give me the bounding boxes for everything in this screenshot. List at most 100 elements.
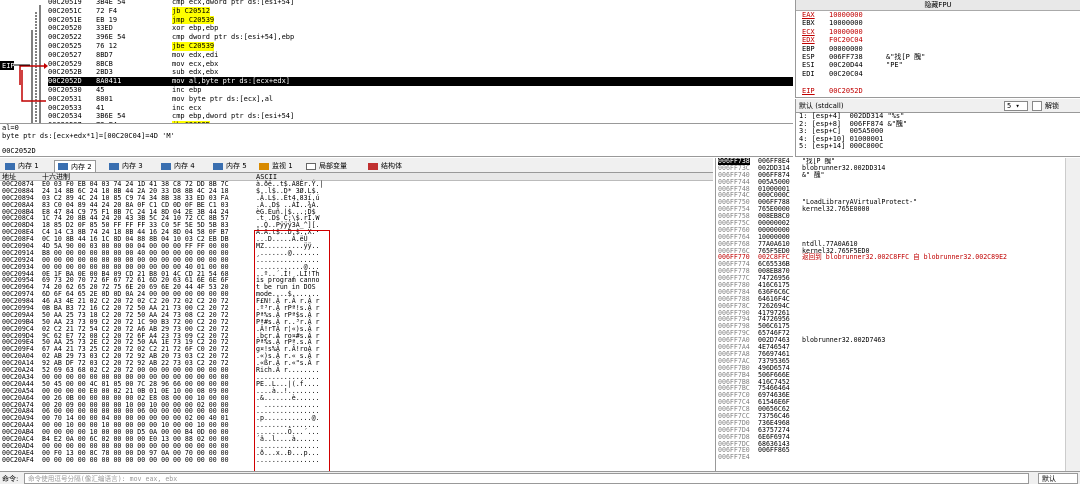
disasm-row[interactable]: 00C20537 72 F4 jb C2052D	[48, 121, 793, 123]
register-row[interactable]: ESI 00C20D44 "PE"	[796, 61, 1080, 69]
disasm-bytes: 3B6E 54	[96, 112, 126, 121]
register-row[interactable]: EDX F0C20C04	[796, 36, 1080, 44]
locals-icon	[306, 162, 316, 170]
disasm-row[interactable]: 00C2052B 2BD3 sub edx,ebx	[48, 68, 793, 77]
disasm-instruction: mov ecx,ebx	[172, 59, 219, 68]
disasm-instruction: inc ecx	[172, 103, 202, 112]
stack-scrollbar[interactable]	[1065, 158, 1080, 471]
register-list: EAX 10000000 EBX 10000000 ECX 10000000 EDX F0C2…	[796, 11, 1080, 95]
arg-count-select[interactable]: 5 ▾	[1004, 101, 1028, 111]
disasm-row[interactable]: 00C2051C 72 F4 jb C20512	[48, 6, 793, 16]
disasm-row[interactable]: 00C20530 45 inc ebp	[48, 86, 793, 95]
stack-address: 006FF7E4	[718, 453, 750, 462]
tab-8[interactable]: 结构体	[365, 160, 405, 172]
disasm-address: 00C20533	[48, 103, 82, 112]
disasm-row[interactable]: 00C20533 41 inc ecx	[48, 104, 793, 113]
disasm-instruction: cmp ebp,dword ptr ds:[esi+54]	[172, 112, 295, 121]
disasm-instruction: cmp ecx,dword ptr ds:[esi+54]	[172, 0, 295, 6]
calling-convention-bar: 默认 (stdcall) 5 ▾ 解锁	[795, 99, 1080, 113]
tab-label: 内存 5	[226, 162, 247, 170]
register-row[interactable]: EBX 10000000	[796, 19, 1080, 27]
tab-label: 监视 1	[272, 162, 293, 170]
dump-row[interactable]: 00C20AF4 00 00 00 00 00 00 00 00 00 00 00…	[0, 455, 713, 464]
stack-row[interactable]: 006FF7E0 006FF865	[716, 447, 1065, 454]
register-row[interactable]	[796, 78, 1080, 86]
unlock-checkbox[interactable]	[1032, 101, 1042, 111]
hide-fpu-button[interactable]: 隐藏FPU	[796, 0, 1080, 11]
disasm-row[interactable]: 00C2051E EB 19 jmp C20539	[48, 15, 793, 25]
stack-comment: &" 醜"	[802, 170, 825, 179]
tab-5[interactable]: 内存 5	[210, 160, 250, 172]
disasm-bytes: 45	[96, 85, 105, 94]
disasm-bytes: 33ED	[96, 24, 113, 33]
disasm-instruction: cmp dword ptr ds:[esi+54],ebp	[172, 33, 295, 42]
register-name: EDI	[802, 69, 815, 78]
tab-7[interactable]: 局部变量	[303, 160, 350, 172]
default-dropdown[interactable]: 默认	[1038, 473, 1078, 484]
disasm-row[interactable]: 00C20527 8BD7 mov edx,edi	[48, 51, 793, 60]
disasm-address: 00C20530	[48, 85, 82, 94]
disasm-row[interactable]: 00C20525 76 12 jbe C20539	[48, 41, 793, 51]
disasm-bytes: 41	[96, 103, 105, 112]
tab-label: 内存 3	[122, 162, 143, 170]
register-value: 10000000	[829, 27, 863, 36]
tab-3[interactable]: 内存 3	[106, 160, 146, 172]
disasm-address: 00C20534	[48, 112, 82, 121]
disasm-row[interactable]: 00C2052D 8A0411 mov al,byte ptr ds:[ecx+ed…	[48, 77, 793, 86]
register-row[interactable]: EDI 00C20C04	[796, 70, 1080, 78]
arg-count-value: 5	[1007, 102, 1012, 110]
disassembly-pane[interactable]: EIP 00C20519 3B4E 54 cmp ecx,dword ptr ds:…	[0, 0, 793, 124]
struct-icon	[368, 162, 378, 170]
memory-dump-pane[interactable]: 地址 十六进制 ASCII 00C20874 E0 03 F0 EB 04 03 …	[0, 173, 713, 471]
register-value: 00C2052D	[829, 86, 863, 95]
tab-label: 局部变量	[319, 162, 347, 170]
disasm-row[interactable]: 00C20529 8BCB mov ecx,ebx	[48, 60, 793, 69]
disasm-address: 00C20537	[48, 121, 82, 123]
eip-marker: EIP	[2, 62, 15, 70]
tab-6[interactable]: 监视 1	[256, 160, 296, 172]
disasm-instruction: jb C20512	[172, 6, 210, 16]
register-name: EBP	[802, 44, 815, 53]
register-value: F0C20C04	[829, 36, 863, 45]
disasm-instruction: mov byte ptr ds:[ecx],al	[172, 94, 274, 103]
dump-address: 00C20AF4	[2, 455, 34, 464]
disasm-bytes: EB 19	[96, 15, 118, 24]
stack-pane[interactable]: 006FF738 006FF8E4 "找[P 醜" 006FF73C 002DD314 b…	[715, 158, 1065, 471]
register-row[interactable]: EAX 10000000	[796, 11, 1080, 19]
register-name: EAX	[802, 11, 815, 19]
disasm-instruction: sub edx,ebx	[172, 68, 219, 77]
tab-1[interactable]: 内存 1	[2, 160, 42, 172]
register-row[interactable]: ESP 006FF738 &"找[P 醜"	[796, 53, 1080, 61]
branch-arrow-gutter: EIP	[0, 0, 48, 123]
chevron-down-icon: ▾	[1015, 102, 1020, 110]
disasm-bytes: 76 12	[96, 41, 118, 50]
info-pane: al=0 byte ptr ds:[ecx+edx*1]=[00C20C04]=…	[0, 124, 793, 157]
disasm-address: 00C20529	[48, 59, 82, 68]
registers-pane[interactable]: 隐藏FPU EAX 10000000 EBX 10000000 ECX 10000000 E…	[795, 0, 1080, 98]
dump-tab-bar: 内存 1 内存 2 内存 3 内存 4 内存 5 监视 1 局部变量 结构体	[0, 158, 713, 173]
disasm-row[interactable]: 00C20534 3B6E 54 cmp ebp,dword ptr ds:[esi…	[48, 112, 793, 121]
command-input[interactable]: 命令使用逗号分隔(像汇编语言): mov eax, ebx	[24, 473, 1029, 484]
tab-4[interactable]: 内存 4	[158, 160, 198, 172]
stack-value: 006FF865	[758, 446, 790, 455]
register-row[interactable]: ECX 10000000	[796, 28, 1080, 36]
register-row[interactable]: EIP 00C2052D	[796, 87, 1080, 95]
register-name: ESP	[802, 52, 815, 61]
register-value: 00000000	[829, 44, 863, 53]
disasm-bytes: 72 F4	[96, 6, 118, 15]
disasm-row[interactable]: 00C20520 33ED xor ebp,ebp	[48, 24, 793, 33]
disasm-row[interactable]: 00C20519 3B4E 54 cmp ecx,dword ptr ds:[esi…	[48, 0, 793, 7]
highlight-box	[254, 230, 330, 472]
disasm-bytes: 72 F4	[96, 121, 117, 123]
register-value: 006FF738	[829, 52, 863, 61]
tab-label: 结构体	[381, 162, 402, 170]
disasm-row[interactable]: 00C20531 8801 mov byte ptr ds:[ecx],al	[48, 95, 793, 104]
calling-convention-label: 默认 (stdcall)	[799, 102, 844, 110]
register-row[interactable]: EBP 00000000	[796, 45, 1080, 53]
disasm-address: 00C20520	[48, 24, 82, 33]
disasm-row[interactable]: 00C20522 396E 54 cmp dword ptr ds:[esi+54]…	[48, 33, 793, 42]
disasm-address: 00C20522	[48, 33, 82, 42]
register-value: 10000000	[829, 11, 863, 19]
stack-row[interactable]: 006FF7E4	[716, 454, 1065, 461]
tab-2[interactable]: 内存 2	[54, 160, 96, 172]
